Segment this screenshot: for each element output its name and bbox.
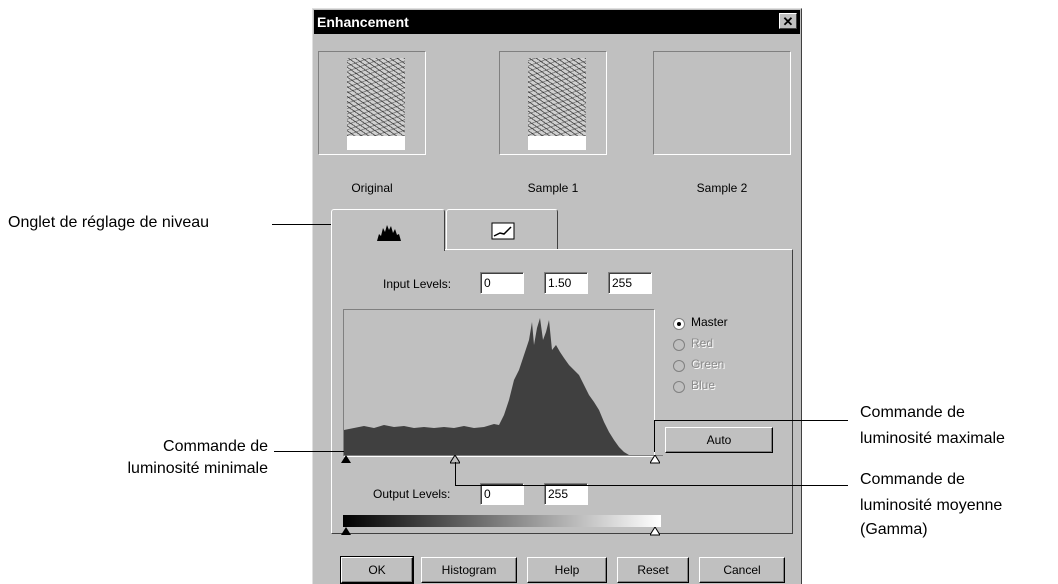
histogram-frame [343,309,655,457]
title-bar: Enhancement ✕ [314,10,800,34]
annotation-mid-1: Commande de [860,471,965,488]
histogram-icon [377,225,401,241]
annotation-min-1: Commande de [163,438,268,455]
curve-icon [491,222,515,240]
reset-button[interactable]: Reset [617,557,689,583]
output-max-field[interactable]: 255 [544,483,588,505]
tab-levels[interactable] [331,209,445,251]
input-levels-label: Input Levels: [383,277,452,291]
annotation-line-max-vertical [654,420,655,452]
radio-red[interactable] [673,339,685,351]
thumbnail-image [528,58,586,136]
histogram-shape [344,318,654,456]
radio-blue-label: Blue [691,378,716,392]
thumbnail-label: Sample 1 [527,181,579,195]
thumbnail-label: Sample 2 [696,181,748,195]
dialog-title: Enhancement [317,14,409,30]
thumbnail-sample-1[interactable] [499,51,607,155]
channel-group: Master Red Green Blue [673,315,783,411]
annotation-tab: Onglet de réglage de niveau [8,214,210,231]
annotation-line-mid [455,485,848,486]
annotation-line-max [654,420,848,421]
thumbnail-image [347,58,405,136]
thumbnail-label: Original [351,181,393,195]
output-levels-label: Output Levels: [373,487,451,501]
thumbnail-page [347,58,405,150]
output-min-field[interactable]: 0 [480,483,524,505]
close-icon: ✕ [782,14,794,29]
output-max-handle[interactable] [650,527,660,536]
annotation-min-2: luminosité minimale [127,460,269,477]
thumbnail-original[interactable] [318,51,426,155]
max-slider-handle[interactable] [650,455,660,464]
annotation-mid-2: luminosité moyenne [860,497,1003,514]
annotation-line-min [274,451,344,452]
annotation-max-2: luminosité maximale [860,430,1005,447]
auto-button[interactable]: Auto [665,427,773,453]
radio-red-label: Red [691,336,714,350]
ok-button[interactable]: OK [340,556,414,584]
close-button[interactable]: ✕ [779,13,797,29]
histogram-chart [344,318,654,456]
tab-curves[interactable] [446,209,558,249]
radio-green-label: Green [691,357,725,371]
radio-blue[interactable] [673,381,685,393]
input-gamma-field[interactable]: 1.50 [544,272,588,294]
output-min-handle[interactable] [341,527,351,536]
help-button[interactable]: Help [527,557,607,583]
histogram-button[interactable]: Histogram [421,557,517,583]
radio-master[interactable] [673,318,685,330]
radio-master-label: Master [691,315,728,329]
cancel-button[interactable]: Cancel [699,557,785,583]
radio-green[interactable] [673,360,685,372]
thumbnail-page [528,58,586,150]
input-max-field[interactable]: 255 [608,272,652,294]
annotation-max-1: Commande de [860,404,965,421]
output-gradient-bar [343,515,661,527]
thumbnail-sample-2[interactable] [653,51,791,155]
annotation-line-mid-vertical [455,462,456,485]
input-slider-track [343,455,663,456]
input-min-field[interactable]: 0 [480,272,524,294]
annotation-mid-3: (Gamma) [860,521,928,538]
enhancement-dialog: Enhancement ✕ Original Sample 1 Sample 2… [312,8,802,584]
min-slider-handle[interactable] [341,455,351,464]
